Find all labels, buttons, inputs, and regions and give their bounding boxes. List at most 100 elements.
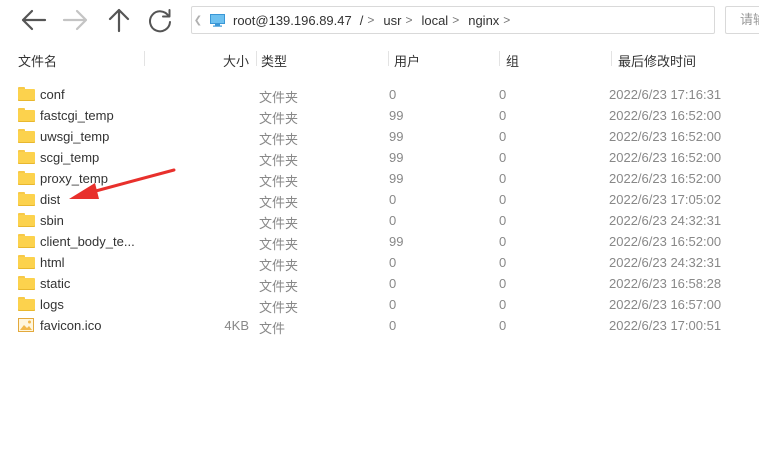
file-group: 0 — [499, 129, 507, 144]
column-header-modified[interactable]: 最后修改时间 — [618, 51, 696, 70]
file-group: 0 — [499, 297, 507, 312]
file-name: logs — [40, 297, 64, 312]
folder-icon — [18, 129, 35, 143]
refresh-button[interactable] — [145, 5, 175, 35]
breadcrumb-local[interactable]: local — [418, 13, 451, 28]
breadcrumb-separator: > — [452, 13, 460, 27]
folder-icon — [18, 213, 35, 227]
file-group: 0 — [499, 276, 507, 291]
file-modified: 2022/6/23 16:52:00 — [609, 129, 722, 144]
column-header-group[interactable]: 组 — [506, 51, 519, 70]
file-group: 0 — [499, 213, 507, 228]
file-modified: 2022/6/23 16:52:00 — [609, 234, 722, 249]
file-type: 文件夹 — [259, 258, 299, 273]
file-modified: 2022/6/23 16:58:28 — [609, 276, 722, 291]
breadcrumb-separator: > — [367, 13, 375, 27]
file-type: 文件夹 — [259, 216, 299, 231]
file-name: dist — [40, 192, 61, 207]
file-user: 0 — [389, 87, 397, 102]
file-row[interactable]: dist 文件夹 0 0 2022/6/23 17:05:02 — [0, 189, 759, 210]
file-user: 99 — [389, 234, 404, 249]
file-name: html — [40, 255, 65, 270]
back-arrow-icon — [21, 9, 47, 31]
forward-arrow-icon — [62, 9, 88, 31]
file-name: conf — [40, 87, 65, 102]
forward-button[interactable] — [61, 5, 91, 35]
file-list: conf 文件夹 0 0 2022/6/23 17:16:31 fastcgi_… — [0, 84, 759, 336]
file-name: client_body_te... — [40, 234, 135, 249]
breadcrumb-host[interactable]: root@139.196.89.47 — [230, 13, 355, 28]
file-group: 0 — [499, 234, 507, 249]
file-modified: 2022/6/23 16:52:00 — [609, 108, 722, 123]
file-user: 0 — [389, 213, 397, 228]
file-row[interactable]: static 文件夹 0 0 2022/6/23 16:58:28 — [0, 273, 759, 294]
file-modified: 2022/6/23 17:00:51 — [609, 318, 722, 333]
file-row[interactable]: conf 文件夹 0 0 2022/6/23 17:16:31 — [0, 84, 759, 105]
breadcrumb-usr[interactable]: usr — [380, 13, 404, 28]
file-group: 0 — [499, 255, 507, 270]
column-header-user[interactable]: 用户 — [394, 51, 420, 70]
column-divider[interactable] — [256, 51, 257, 66]
file-name: sbin — [40, 213, 64, 228]
file-user: 0 — [389, 255, 397, 270]
breadcrumb-root[interactable]: / — [355, 13, 367, 28]
file-group: 0 — [499, 108, 507, 123]
file-user: 0 — [389, 297, 397, 312]
file-user: 99 — [389, 108, 404, 123]
file-type: 文件夹 — [259, 279, 299, 294]
file-type: 文件夹 — [259, 300, 299, 315]
file-modified: 2022/6/23 16:52:00 — [609, 150, 722, 165]
folder-icon — [18, 192, 35, 206]
folder-icon — [18, 276, 35, 290]
address-bar[interactable]: ❮ root@139.196.89.47 / > usr > local > n… — [191, 6, 715, 34]
folder-icon — [18, 234, 35, 248]
computer-icon — [210, 14, 225, 27]
back-button[interactable] — [18, 5, 48, 35]
breadcrumb-nginx[interactable]: nginx — [465, 13, 502, 28]
file-row[interactable]: scgi_temp 文件夹 99 0 2022/6/23 16:52:00 — [0, 147, 759, 168]
column-divider[interactable] — [388, 51, 389, 66]
column-header-size[interactable]: 大小 — [223, 51, 249, 70]
chevron-left-icon[interactable]: ❮ — [192, 7, 204, 33]
file-row[interactable]: favicon.ico 4KB 文件 0 0 2022/6/23 17:00:5… — [0, 315, 759, 336]
breadcrumb-separator: > — [405, 13, 413, 27]
file-row[interactable]: client_body_te... 文件夹 99 0 2022/6/23 16:… — [0, 231, 759, 252]
column-header-type[interactable]: 类型 — [261, 51, 287, 70]
file-group: 0 — [499, 318, 507, 333]
file-row[interactable]: fastcgi_temp 文件夹 99 0 2022/6/23 16:52:00 — [0, 105, 759, 126]
column-header-name[interactable]: 文件名 — [18, 51, 57, 70]
file-group: 0 — [499, 192, 507, 207]
file-name: proxy_temp — [40, 171, 108, 186]
breadcrumb-separator: > — [503, 13, 511, 27]
file-name: static — [40, 276, 71, 291]
file-group: 0 — [499, 87, 507, 102]
file-row[interactable]: uwsgi_temp 文件夹 99 0 2022/6/23 16:52:00 — [0, 126, 759, 147]
file-type: 文件夹 — [259, 111, 299, 126]
image-file-icon — [18, 318, 35, 332]
file-user: 99 — [389, 150, 404, 165]
column-divider[interactable] — [144, 51, 145, 66]
file-row[interactable]: logs 文件夹 0 0 2022/6/23 16:57:00 — [0, 294, 759, 315]
column-header-row: 文件名 大小 类型 用户 组 最后修改时间 — [0, 48, 759, 70]
file-row[interactable]: sbin 文件夹 0 0 2022/6/23 24:32:31 — [0, 210, 759, 231]
folder-icon — [18, 297, 35, 311]
file-group: 0 — [499, 171, 507, 186]
folder-icon — [18, 150, 35, 164]
file-row[interactable]: html 文件夹 0 0 2022/6/23 24:32:31 — [0, 252, 759, 273]
folder-icon — [18, 87, 35, 101]
column-divider[interactable] — [499, 51, 500, 66]
file-group: 0 — [499, 150, 507, 165]
file-modified: 2022/6/23 16:57:00 — [609, 297, 722, 312]
file-modified: 2022/6/23 24:32:31 — [609, 255, 722, 270]
column-divider[interactable] — [611, 51, 612, 66]
search-input[interactable]: 请输入 — [725, 6, 759, 34]
up-button[interactable] — [104, 5, 134, 35]
file-modified: 2022/6/23 17:16:31 — [609, 87, 722, 102]
file-type: 文件夹 — [259, 174, 299, 189]
file-row[interactable]: proxy_temp 文件夹 99 0 2022/6/23 16:52:00 — [0, 168, 759, 189]
file-type: 文件夹 — [259, 153, 299, 168]
file-name: scgi_temp — [40, 150, 100, 165]
file-type: 文件夹 — [259, 90, 299, 105]
file-modified: 2022/6/23 17:05:02 — [609, 192, 722, 207]
file-user: 99 — [389, 171, 404, 186]
